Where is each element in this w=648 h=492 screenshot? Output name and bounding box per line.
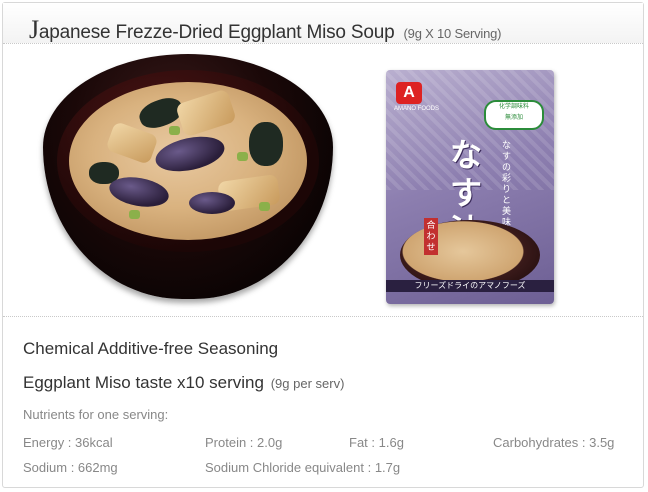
additive-free-badge: 化学調味料 無添加: [484, 100, 544, 130]
scallion-piece: [129, 210, 140, 219]
title-bar: Japanese Frezze-Dried Eggplant Miso Soup…: [3, 3, 643, 44]
fried-tofu-piece: [175, 88, 237, 138]
soup-surface: [69, 82, 307, 240]
scallion-piece: [169, 126, 180, 135]
seasoning-note: Chemical Additive-free Seasoning: [23, 339, 279, 358]
wakame-piece: [249, 122, 283, 166]
title-serving-size: (9g X 10 Serving): [403, 26, 502, 41]
product-title: Japanese Frezze-Dried Eggplant Miso Soup…: [29, 15, 501, 45]
serving-main: Eggplant Miso taste x10 serving: [23, 373, 264, 392]
nutrient-fat: Fat : 1.6g: [349, 435, 404, 450]
serving-per-size: (9g per serv): [270, 376, 345, 391]
product-card: Japanese Frezze-Dried Eggplant Miso Soup…: [2, 2, 644, 488]
serving-description: Eggplant Miso taste x10 serving (9g per …: [23, 373, 344, 393]
nutrient-carbohydrates: Carbohydrates : 3.5g: [493, 435, 615, 450]
nutrient-protein: Protein : 2.0g: [205, 435, 283, 450]
eggplant-slice: [107, 173, 171, 211]
title-main: apanese Frezze-Dried Eggplant Miso Soup: [38, 22, 395, 43]
badge-line-1: 化学調味料: [498, 104, 529, 110]
nutrient-sodium-chloride: Sodium Chloride equivalent : 1.7g: [205, 460, 401, 475]
scallion-piece: [237, 152, 248, 161]
package-bottom-strip: フリーズドライのアマノフーズ: [386, 280, 554, 292]
nutrient-sodium: Sodium : 662mg: [23, 460, 118, 475]
product-images: A AMANO FOODS 化学調味料 無添加 なす汁 なすの彩りと美味しさ 合…: [3, 44, 643, 317]
nutrient-energy: Energy : 36kcal: [23, 435, 113, 450]
package-brand: AMANO FOODS: [394, 106, 440, 112]
title-cap-letter: J: [29, 15, 39, 44]
scallion-piece: [259, 202, 270, 211]
eggplant-slice: [189, 192, 235, 214]
miso-soup-bowl-image: [43, 54, 333, 304]
badge-line-2: 無添加: [504, 115, 523, 121]
eggplant-slice: [152, 131, 228, 177]
package-awase-label: 合わせ: [424, 218, 438, 255]
product-package-image: A AMANO FOODS 化学調味料 無添加 なす汁 なすの彩りと美味しさ 合…: [386, 70, 554, 304]
nutrients-heading: Nutrients for one serving:: [23, 407, 169, 422]
amano-logo-icon: A: [396, 82, 422, 104]
